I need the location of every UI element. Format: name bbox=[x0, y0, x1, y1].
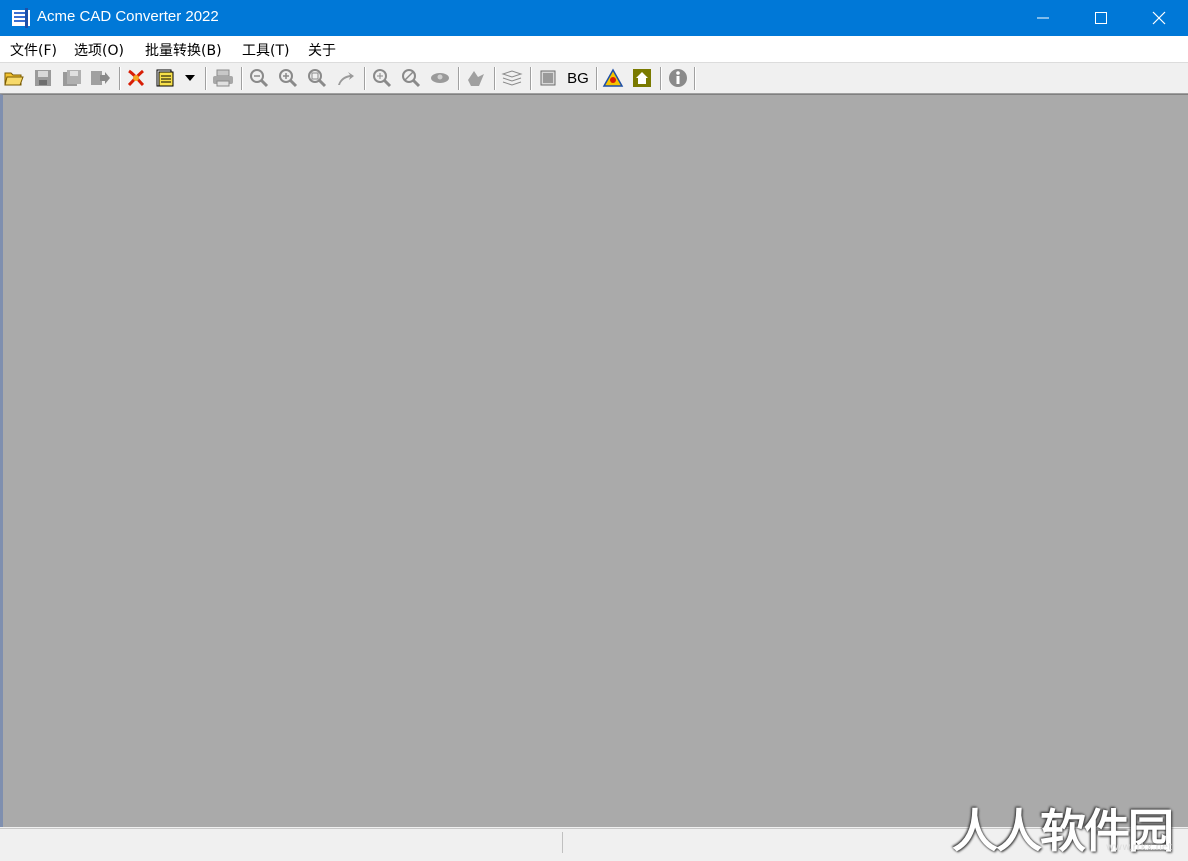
layers-button[interactable] bbox=[465, 67, 487, 89]
zoom-out-icon bbox=[250, 69, 269, 88]
menu-bar: 文件(F) 选项(O) 批量转换(B) 工具(T) 关于 bbox=[0, 36, 1188, 63]
convert-pdf-button[interactable] bbox=[125, 67, 147, 89]
maximize-icon bbox=[1095, 12, 1107, 24]
save-as-icon bbox=[63, 70, 81, 86]
background-button[interactable] bbox=[537, 67, 559, 89]
help-icon bbox=[602, 68, 624, 87]
close-icon bbox=[1152, 11, 1166, 25]
save-as-button[interactable] bbox=[61, 67, 83, 89]
window-title: Acme CAD Converter 2022 bbox=[37, 8, 219, 25]
title-bar[interactable]: Acme CAD Converter 2022 bbox=[0, 0, 1188, 36]
zoom-window-button[interactable] bbox=[306, 67, 328, 89]
zoom-out-button[interactable] bbox=[248, 67, 270, 89]
view-button[interactable] bbox=[429, 67, 451, 89]
toolbar-separator bbox=[660, 67, 662, 90]
bg-color-button[interactable]: BG bbox=[564, 67, 592, 89]
view-icon bbox=[431, 73, 449, 83]
maximize-button[interactable] bbox=[1072, 0, 1130, 36]
status-pane-main bbox=[0, 832, 563, 853]
batch-icon bbox=[156, 69, 174, 87]
zoom-in-button[interactable] bbox=[277, 67, 299, 89]
save-button[interactable] bbox=[32, 67, 54, 89]
watermark-url: www.rrkx.net bbox=[1105, 842, 1172, 853]
minimize-button[interactable] bbox=[1014, 0, 1072, 36]
dropdown-arrow-icon bbox=[185, 75, 195, 81]
toolbar: BG bbox=[0, 63, 1188, 94]
print-button[interactable] bbox=[212, 67, 234, 89]
zoom-extents-button[interactable] bbox=[400, 67, 422, 89]
export-button[interactable] bbox=[89, 67, 111, 89]
status-pane-secondary bbox=[564, 832, 944, 853]
toolbar-separator bbox=[596, 67, 598, 90]
help-button[interactable] bbox=[602, 67, 624, 89]
pan-button[interactable] bbox=[335, 67, 357, 89]
save-icon bbox=[35, 70, 51, 86]
open-button[interactable] bbox=[3, 67, 25, 89]
toolbar-separator bbox=[530, 67, 532, 90]
batch-button[interactable] bbox=[155, 67, 177, 89]
menu-batch-convert[interactable]: 批量转换(B) bbox=[145, 40, 222, 60]
home-button[interactable] bbox=[631, 67, 653, 89]
zoom-extents-icon bbox=[402, 69, 421, 88]
toolbar-separator bbox=[119, 67, 121, 90]
close-button[interactable] bbox=[1130, 0, 1188, 36]
acme-cad-app-icon bbox=[10, 7, 32, 29]
layer-manager-button[interactable] bbox=[501, 67, 523, 89]
menu-options[interactable]: 选项(O) bbox=[74, 40, 124, 60]
toolbar-separator bbox=[241, 67, 243, 90]
toolbar-separator bbox=[458, 67, 460, 90]
drawing-canvas[interactable] bbox=[0, 94, 1188, 827]
zoom-in-icon bbox=[279, 69, 298, 88]
open-folder-icon bbox=[4, 72, 24, 86]
zoom-realtime-button[interactable] bbox=[371, 67, 393, 89]
layer-manager-icon bbox=[501, 70, 523, 86]
menu-file[interactable]: 文件(F) bbox=[10, 40, 57, 60]
menu-tools[interactable]: 工具(T) bbox=[242, 40, 289, 60]
bg-text-icon: BG bbox=[567, 69, 589, 87]
toolbar-separator bbox=[494, 67, 496, 90]
info-button[interactable] bbox=[667, 67, 689, 89]
toolbar-separator bbox=[364, 67, 366, 90]
print-icon bbox=[213, 69, 233, 87]
menu-about[interactable]: 关于 bbox=[308, 40, 336, 60]
toolbar-separator bbox=[205, 67, 207, 90]
export-icon bbox=[91, 71, 110, 85]
home-icon bbox=[633, 69, 651, 87]
pan-icon bbox=[338, 72, 354, 85]
minimize-icon bbox=[1037, 17, 1049, 19]
background-icon bbox=[540, 70, 556, 86]
batch-dropdown-button[interactable] bbox=[180, 67, 200, 89]
info-icon bbox=[669, 69, 687, 87]
zoom-window-icon bbox=[308, 69, 327, 88]
toolbar-separator bbox=[694, 67, 696, 90]
convert-pdf-icon bbox=[127, 69, 145, 87]
zoom-realtime-icon bbox=[373, 69, 392, 88]
layers-icon bbox=[468, 71, 484, 86]
